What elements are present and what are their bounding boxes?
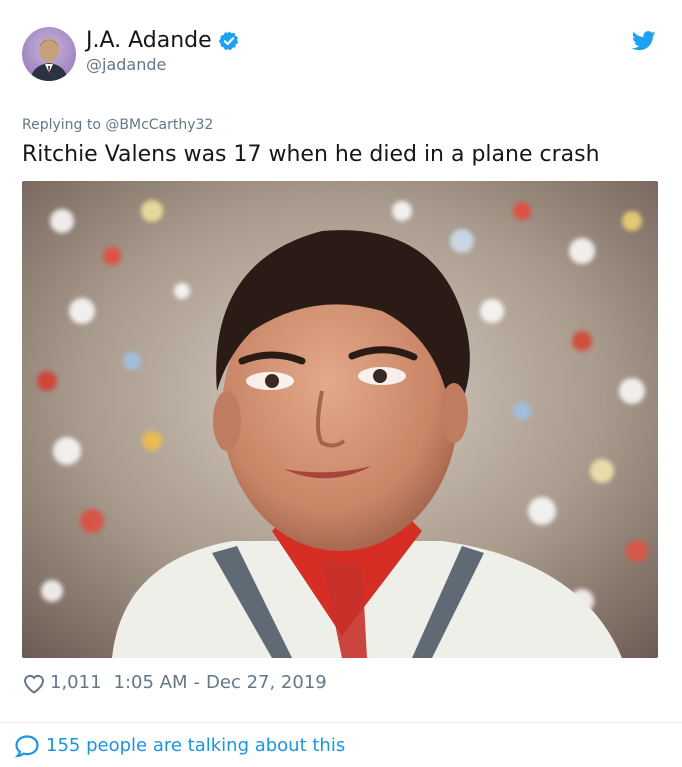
chat-bubble-icon — [14, 735, 39, 758]
tweet-text: Ritchie Valens was 17 when he died in a … — [22, 142, 600, 167]
tweet-time[interactable]: 1:05 AM — [114, 669, 188, 697]
tweet-card: J.A. Adande @jadande Replying to @BMcCar… — [0, 0, 682, 767]
author-display-name[interactable]: J.A. Adande — [86, 27, 212, 55]
heart-icon[interactable] — [22, 672, 46, 694]
divider — [0, 722, 682, 723]
author-name-row: J.A. Adande — [86, 27, 240, 55]
avatar[interactable] — [22, 27, 76, 81]
meta-separator: - — [193, 672, 201, 693]
verified-badge-icon — [218, 31, 238, 51]
reply-context: Replying to @BMcCarthy32 — [22, 116, 213, 134]
tweet-meta: 1,011 1:05 AM - Dec 27, 2019 — [22, 669, 327, 697]
author-handle[interactable]: @jadande — [86, 55, 166, 75]
like-count[interactable]: 1,011 — [50, 669, 102, 697]
reply-prefix: Replying to — [22, 117, 101, 133]
twitter-bird-icon[interactable] — [632, 31, 656, 51]
reply-mention-link[interactable]: @BMcCarthy32 — [105, 117, 213, 133]
conversation-link[interactable]: 155 people are talking about this — [14, 732, 345, 760]
tweet-photo[interactable] — [22, 181, 658, 658]
conversation-label[interactable]: 155 people are talking about this — [46, 732, 345, 760]
tweet-date[interactable]: Dec 27, 2019 — [206, 669, 327, 697]
